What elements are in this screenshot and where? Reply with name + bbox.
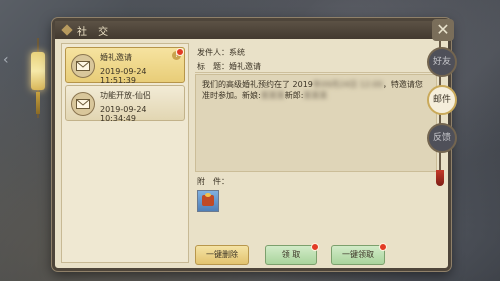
subject-text: 婚礼邀请 [229,62,261,71]
claim-button[interactable]: 领 取 [265,243,319,265]
claim-all-button[interactable]: 一键领取 [331,243,387,265]
notify-dot-icon [379,243,387,251]
lantern-decoration [29,38,47,118]
mail-body: 我们的高级婚礼预约在了 2019年09月24日 12:00，特邀请您 准时参加。… [195,74,437,172]
notify-dot-icon [311,243,319,251]
back-arrow-icon[interactable]: ‹ [3,52,9,68]
close-icon[interactable]: ✕ [432,19,454,41]
subject-row: 标 题：婚礼邀请 [197,62,261,71]
mail-title: 功能开放-仙侣 [100,91,151,100]
mail-time: 2019-09-24 11:51:39 [100,67,147,85]
mail-item-wedding-invite[interactable]: 婚礼邀请 2019-09-24 11:51:39 ! [65,47,185,85]
envelope-icon [71,92,95,116]
social-window: 社 交 婚礼邀请 2019-09-24 11:51:39 ! 功能开放-仙侣 2… [52,18,451,271]
mail-item-feature-unlock[interactable]: 功能开放-仙侣 2019-09-24 10:34:49 [65,85,185,123]
mail-list: 婚礼邀请 2019-09-24 11:51:39 ! 功能开放-仙侣 2019-… [61,43,189,263]
window-title: 社 交 [77,27,113,38]
mail-body-text: 我们的高级婚礼预约在了 2019年09月24日 12:00，特邀请您 准时参加。… [202,80,423,100]
sender-name: 系统 [229,48,245,57]
unread-dot-icon [176,48,184,56]
mail-time: 2019-09-24 10:34:49 [100,105,147,123]
window-titlebar: 社 交 [55,21,448,39]
tab-friends[interactable]: 好友 [427,47,457,77]
tab-mail[interactable]: 邮件 [427,85,457,115]
title-ornament-icon [61,24,73,36]
tab-feedback[interactable]: 反馈 [427,123,457,153]
attachment-label: 附 件： [197,177,229,186]
divider [195,72,435,73]
mail-title: 婚礼邀请 [100,53,132,62]
gift-box-icon[interactable] [197,190,219,212]
delete-all-button[interactable]: 一键删除 [195,245,249,265]
sender-row: 发件人：系统 [197,48,245,57]
mail-detail: 发件人：系统 标 题：婚礼邀请 我们的高级婚礼预约在了 2019年09月24日 … [195,43,439,265]
envelope-icon [71,54,95,78]
tassel-decoration [436,170,444,186]
